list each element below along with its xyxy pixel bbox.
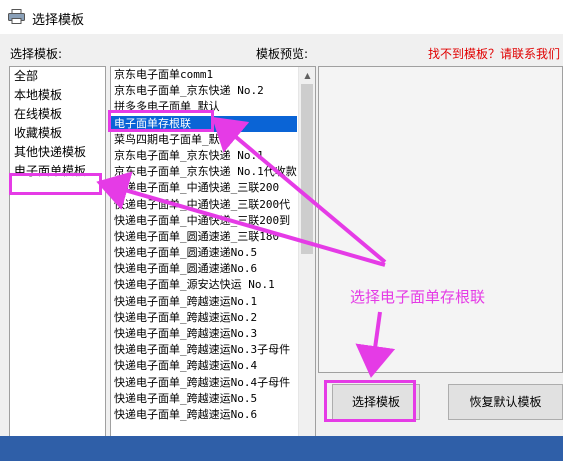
template-list-scrollbar[interactable]: ▲ ▼ bbox=[298, 67, 315, 455]
preview-label: 模板预览: bbox=[256, 47, 309, 61]
template-item[interactable]: 快递电子面单_跨越速运No.4 bbox=[111, 358, 297, 374]
category-list[interactable]: 全部 本地模板 在线模板 收藏模板 其他快递模板 电子面单模板 bbox=[9, 66, 106, 456]
template-preview-pane bbox=[318, 66, 563, 373]
contact-us-link[interactable]: 找不到模板？请联系我们 bbox=[428, 45, 560, 62]
template-list[interactable]: 京东电子面单comm1 京东电子面单_京东快递 No.2 拼多多电子面单_默认 电子面… bbox=[110, 66, 316, 456]
template-item[interactable]: 快递电子面单_跨越速运No.6 bbox=[111, 407, 297, 423]
restore-default-button[interactable]: 恢复默认模板 bbox=[448, 384, 563, 420]
category-item-other-express[interactable]: 其他快递模板 bbox=[10, 143, 105, 162]
category-item-all[interactable]: 全部 bbox=[10, 67, 105, 86]
category-item-favorites[interactable]: 收藏模板 bbox=[10, 124, 105, 143]
template-item[interactable]: 快递电子面单_圆通速递No.6 bbox=[111, 261, 297, 277]
template-item[interactable]: 快递电子面单_跨越速运No.3子母件 bbox=[111, 342, 297, 358]
template-item[interactable]: 菜鸟四期电子面单_默认 bbox=[111, 132, 297, 148]
template-item[interactable]: 快递电子面单_中通快递_三联200代 bbox=[111, 197, 297, 213]
template-item[interactable]: 快递电子面单_跨越速运No.1 bbox=[111, 294, 297, 310]
template-item[interactable]: 快递电子面单_圆通速递_三联180 bbox=[111, 229, 297, 245]
template-item[interactable]: 快递电子面单_中通快递_三联200 bbox=[111, 180, 297, 196]
category-label: 选择模板: bbox=[10, 47, 63, 61]
template-item[interactable]: 京东电子面单_京东快递 No.2 bbox=[111, 83, 297, 99]
scroll-thumb[interactable] bbox=[301, 84, 313, 254]
template-item[interactable]: 快递电子面单_圆通速递No.5 bbox=[111, 245, 297, 261]
template-item[interactable]: 快递电子面单_跨越速运No.2 bbox=[111, 310, 297, 326]
template-item[interactable]: 拼多多电子面单_默认 bbox=[111, 99, 297, 115]
category-item-local[interactable]: 本地模板 bbox=[10, 86, 105, 105]
printer-icon bbox=[8, 9, 25, 24]
template-items: 京东电子面单comm1 京东电子面单_京东快递 No.2 拼多多电子面单_默认 电子面… bbox=[111, 67, 297, 423]
template-item[interactable]: 京东电子面单comm1 bbox=[111, 67, 297, 83]
template-item[interactable]: 京东电子面单_京东快递 No.1代收款 bbox=[111, 164, 297, 180]
scroll-up-icon[interactable]: ▲ bbox=[299, 67, 315, 84]
category-item-electronic-waybill[interactable]: 电子面单模板 bbox=[10, 162, 105, 181]
template-item[interactable]: 快递电子面单_源安达快运 No.1 bbox=[111, 277, 297, 293]
select-template-button[interactable]: 选择模板 bbox=[332, 384, 420, 420]
annotation-text: 选择电子面单存根联 bbox=[350, 288, 486, 306]
template-item[interactable]: 快递电子面单_跨越速运No.5 bbox=[111, 391, 297, 407]
template-item[interactable]: 快递电子面单_跨越速运No.3 bbox=[111, 326, 297, 342]
category-item-online[interactable]: 在线模板 bbox=[10, 105, 105, 124]
title-bar: 选择模板 bbox=[0, 0, 563, 34]
dialog-body: 选择模板: 模板预览: 找不到模板？请联系我们 全部 本地模板 在线模板 收藏模… bbox=[0, 34, 563, 456]
template-item-selected[interactable]: 电子面单存根联 bbox=[111, 115, 297, 132]
taskbar bbox=[0, 436, 563, 461]
template-item[interactable]: 京东电子面单_京东快递 No.1 bbox=[111, 148, 297, 164]
window-title: 选择模板 bbox=[32, 13, 85, 28]
template-item[interactable]: 快递电子面单_中通快递_三联200到 bbox=[111, 213, 297, 229]
template-item[interactable]: 快递电子面单_跨越速运No.4子母件 bbox=[111, 375, 297, 391]
